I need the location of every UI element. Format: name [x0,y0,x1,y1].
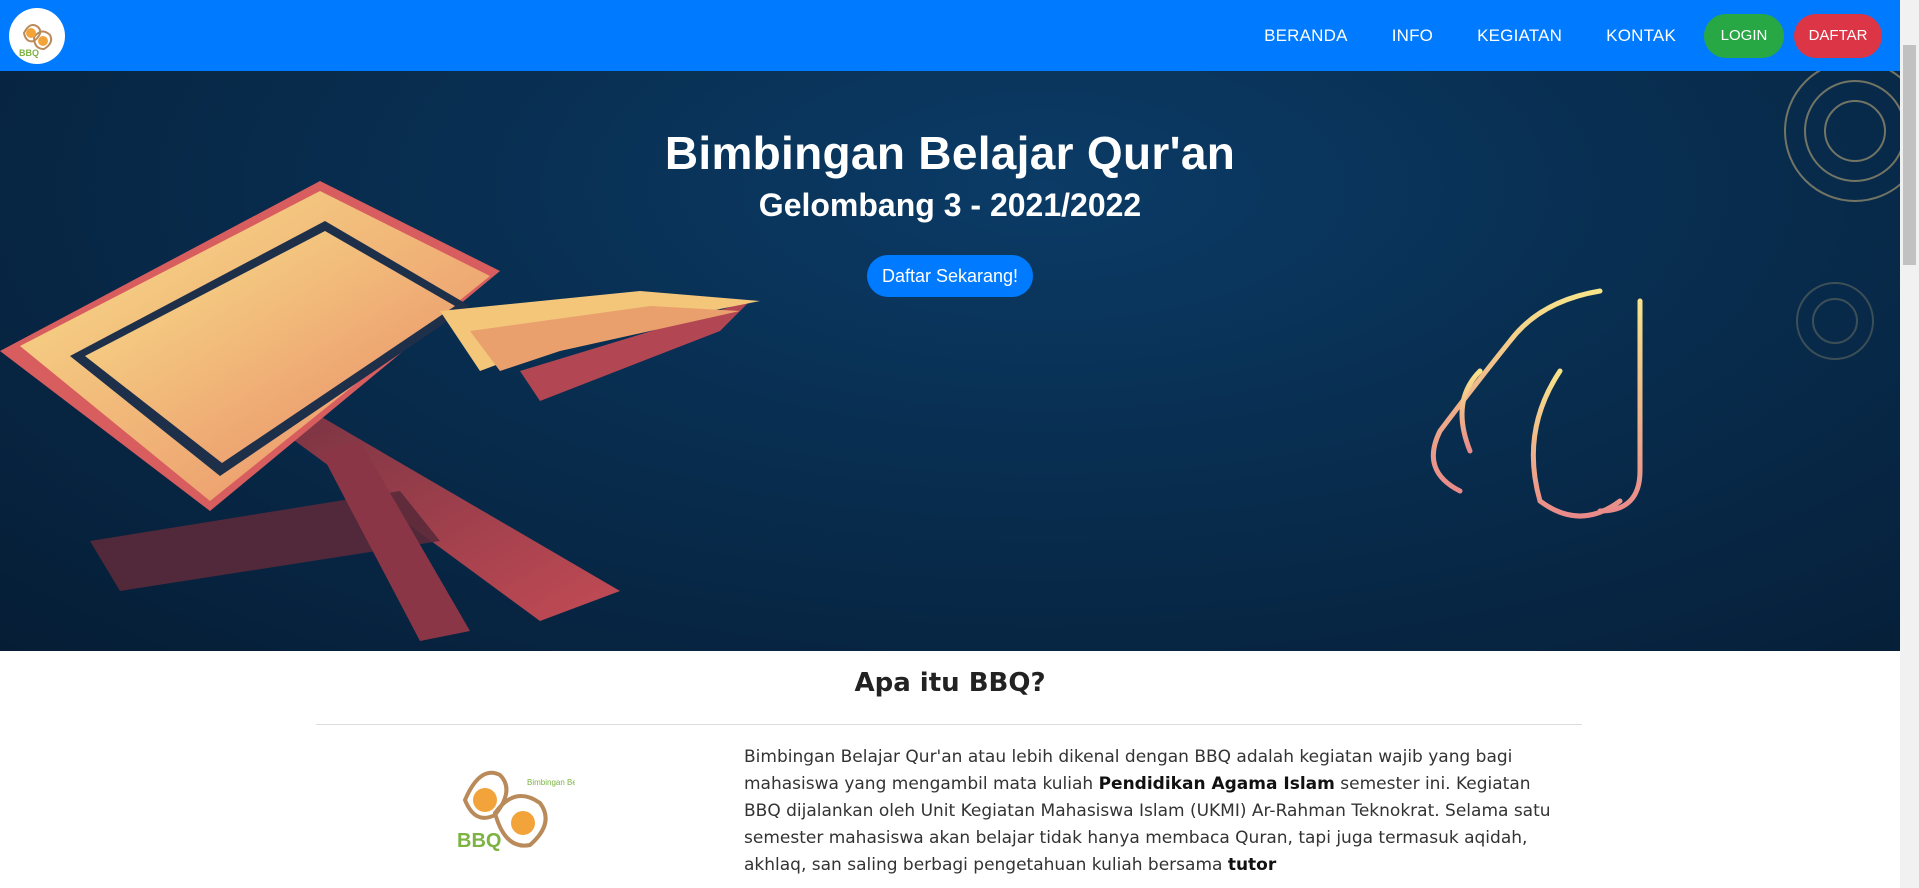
nav-link-kegiatan[interactable]: KEGIATAN [1477,26,1562,46]
scrollbar[interactable] [1900,0,1919,888]
section-divider [316,724,1582,725]
about-section-title: Apa itu BBQ? [854,668,1046,698]
bbq-logo-icon: BBQ [19,23,53,58]
brand-logo[interactable]: BBQ [9,7,65,64]
scrollbar-thumb[interactable] [1903,45,1916,265]
register-now-button[interactable]: Daftar Sekarang! [867,255,1033,297]
svg-text:BBQ: BBQ [19,48,39,58]
nav-link-kontak[interactable]: KONTAK [1606,26,1676,46]
bbq-logo-letters: BBQ [457,830,501,852]
bbq-logo-caption: Bimbingan Belajar Quran [527,778,575,787]
nav-link-info[interactable]: INFO [1392,26,1433,46]
arabic-calligraphy-icon [1430,288,1683,519]
about-text-bold1: Pendidikan Agama Islam [1098,774,1335,794]
nav-link-beranda[interactable]: BERANDA [1264,26,1348,46]
bbq-logo: Bimbingan Belajar Quran BBQ [455,745,616,857]
login-button[interactable]: LOGIN [1704,13,1784,58]
hero-banner: Bimbingan Belajar Qur'an Gelombang 3 - 2… [0,71,1900,651]
about-text-bold2: tutor [1227,855,1277,875]
nav-links: BERANDA INFO KEGIATAN KONTAK LOGIN DAFTA… [1242,13,1882,58]
about-paragraph: Bimbingan Belajar Qur'an atau lebih dike… [744,744,1564,879]
bbq-logo-icon: Bimbingan Belajar Quran BBQ [457,770,616,852]
hero-subtitle: Gelombang 3 - 2021/2022 [758,187,1142,223]
hero-title: Bimbingan Belajar Qur'an [664,127,1236,179]
register-button[interactable]: DAFTAR [1794,13,1882,58]
navbar: BBQ BERANDA INFO KEGIATAN KONTAK LOGIN D… [0,0,1900,71]
